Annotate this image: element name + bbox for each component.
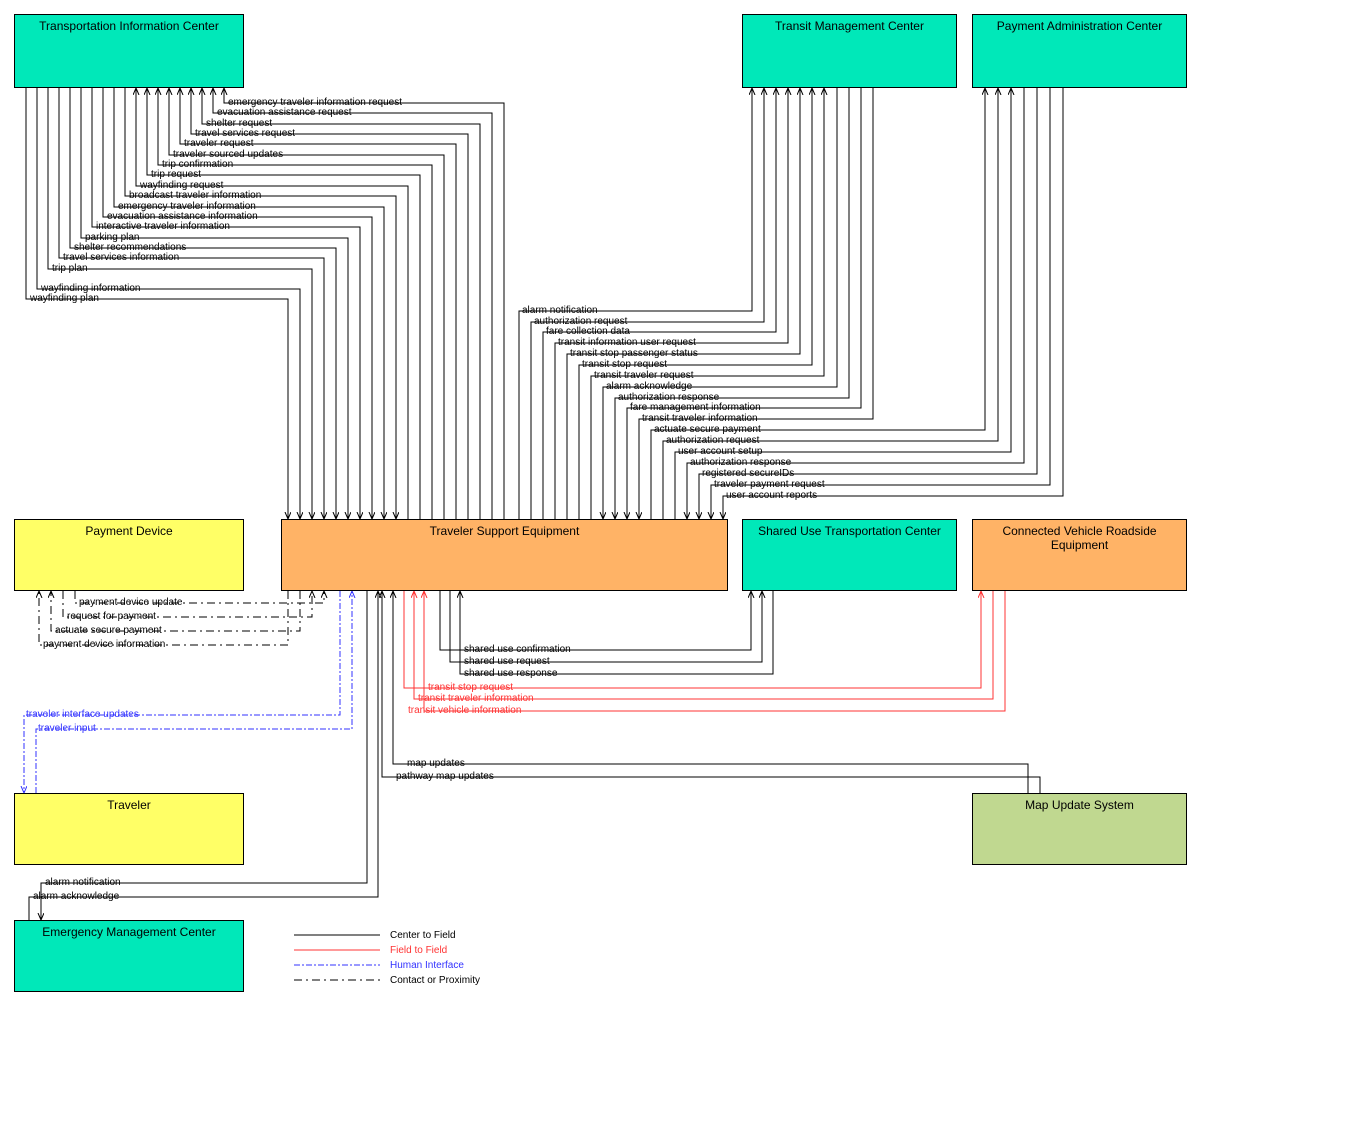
- flow-label: shared use confirmation: [464, 644, 571, 655]
- box-trav[interactable]: Traveler: [14, 793, 244, 865]
- box-mus[interactable]: Map Update System: [972, 793, 1187, 865]
- flow-label: payment device information: [43, 639, 165, 650]
- box-tic[interactable]: Transportation Information Center: [14, 14, 244, 88]
- flow-label: traveler interface updates: [26, 709, 139, 720]
- legend-ctf: Center to Field: [390, 930, 456, 941]
- flow-label: payment device update: [79, 597, 182, 608]
- box-sutc[interactable]: Shared Use Transportation Center: [742, 519, 957, 591]
- flow-label: transit vehicle information: [408, 705, 521, 716]
- flow-label: traveler request: [184, 138, 253, 149]
- flow-label: wayfinding plan: [30, 293, 99, 304]
- flow-label: authorization response: [690, 457, 791, 468]
- flow-label: pathway map updates: [396, 771, 494, 782]
- flow-label: alarm notification: [522, 305, 598, 316]
- legend-ftf: Field to Field: [390, 945, 447, 956]
- diagram-canvas: Transportation Information Center Transi…: [0, 0, 1349, 1139]
- flow-label: transit stop passenger status: [570, 348, 698, 359]
- flow-label: request for payment: [67, 611, 156, 622]
- flow-label: user account reports: [726, 490, 817, 501]
- legend-cp: Contact or Proximity: [390, 975, 480, 986]
- flow-label: fare collection data: [546, 326, 630, 337]
- flow-label: actuate secure payment: [55, 625, 162, 636]
- flow-label: transit information user request: [558, 337, 696, 348]
- flow-label: traveler payment request: [714, 479, 825, 490]
- box-pd[interactable]: Payment Device: [14, 519, 244, 591]
- flow-label: travel services information: [63, 252, 179, 263]
- box-tmc[interactable]: Transit Management Center: [742, 14, 957, 88]
- legend-hmi: Human Interface: [390, 960, 464, 971]
- box-emc[interactable]: Emergency Management Center: [14, 920, 244, 992]
- flow-label: interactive traveler information: [96, 221, 230, 232]
- flow-label: broadcast traveler information: [129, 190, 261, 201]
- flow-label: transit stop request: [582, 359, 667, 370]
- flow-label: transit traveler information: [642, 413, 758, 424]
- flow-label: transit traveler information: [418, 693, 534, 704]
- flow-label: trip plan: [52, 263, 88, 274]
- flow-label: fare management information: [630, 402, 761, 413]
- flow-label: shared use response: [464, 668, 557, 679]
- flow-label: trip request: [151, 169, 201, 180]
- flow-label: transit stop request: [428, 682, 513, 693]
- box-pac[interactable]: Payment Administration Center: [972, 14, 1187, 88]
- flow-label: actuate secure payment: [654, 424, 761, 435]
- box-cvre[interactable]: Connected Vehicle Roadside Equipment: [972, 519, 1187, 591]
- flow-label: alarm acknowledge: [606, 381, 692, 392]
- flow-label: user account setup: [678, 446, 763, 457]
- flow-label: evacuation assistance request: [217, 107, 352, 118]
- flow-label: alarm notification: [45, 877, 121, 888]
- flow-label: authorization request: [666, 435, 759, 446]
- flow-label: transit traveler request: [594, 370, 694, 381]
- flow-label: traveler input: [38, 723, 96, 734]
- flow-label: alarm acknowledge: [33, 891, 119, 902]
- flow-label: map updates: [407, 758, 465, 769]
- flow-label: registered secureIDs: [702, 468, 794, 479]
- flow-label: shared use request: [464, 656, 550, 667]
- box-tse[interactable]: Traveler Support Equipment: [281, 519, 728, 591]
